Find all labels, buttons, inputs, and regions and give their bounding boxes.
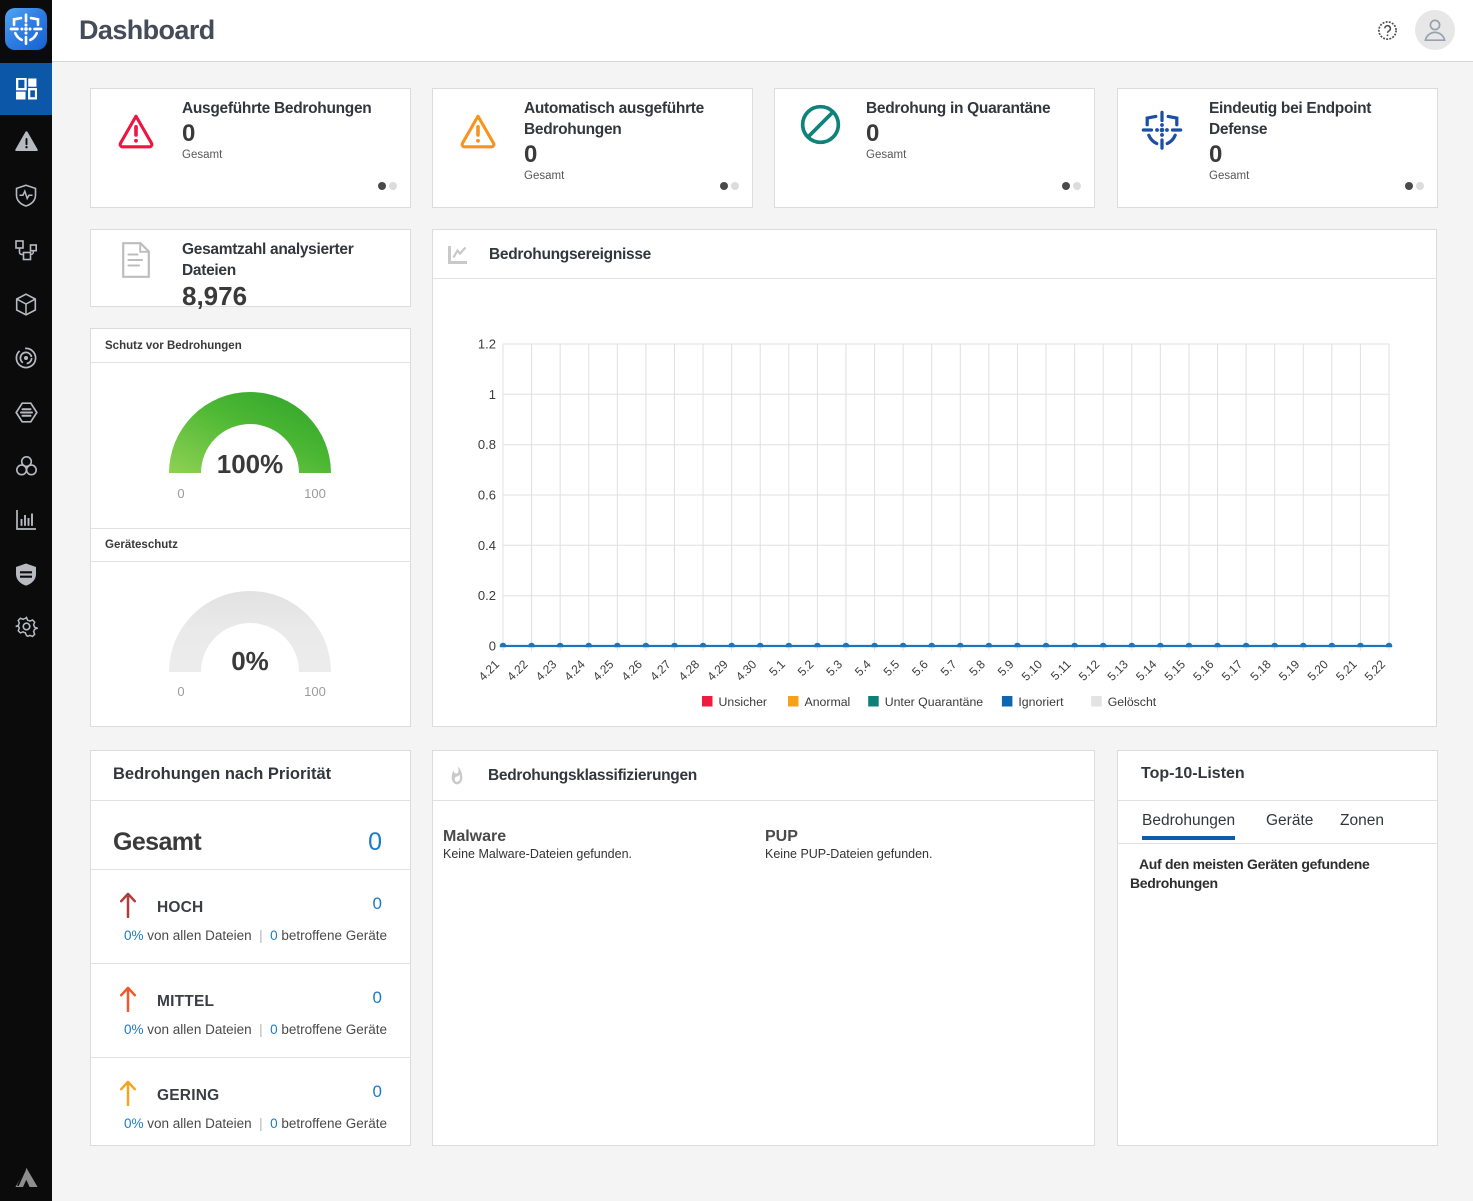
svg-text:0.8: 0.8 <box>478 437 496 452</box>
svg-text:5.1: 5.1 <box>766 657 788 679</box>
svg-text:Gelöscht: Gelöscht <box>1108 695 1157 709</box>
svg-text:5.6: 5.6 <box>909 657 931 679</box>
svg-text:5.17: 5.17 <box>1219 657 1246 684</box>
svg-text:4.27: 4.27 <box>647 657 674 684</box>
svg-text:0.4: 0.4 <box>478 538 496 553</box>
svg-text:5.20: 5.20 <box>1305 657 1332 684</box>
svg-text:5.7: 5.7 <box>938 657 960 679</box>
svg-text:5.11: 5.11 <box>1048 657 1074 683</box>
svg-text:0.2: 0.2 <box>478 588 496 603</box>
svg-text:5.13: 5.13 <box>1104 657 1131 684</box>
svg-text:5.3: 5.3 <box>823 657 845 679</box>
svg-text:4.30: 4.30 <box>733 657 760 684</box>
svg-text:5.14: 5.14 <box>1133 657 1160 684</box>
svg-text:4.24: 4.24 <box>561 657 588 684</box>
svg-text:5.22: 5.22 <box>1362 657 1389 684</box>
svg-text:5.18: 5.18 <box>1247 657 1274 684</box>
svg-text:4.29: 4.29 <box>704 657 731 684</box>
svg-text:4.26: 4.26 <box>619 657 646 684</box>
svg-text:5.15: 5.15 <box>1162 657 1189 684</box>
svg-text:0: 0 <box>489 639 496 654</box>
svg-text:5.12: 5.12 <box>1076 657 1103 684</box>
svg-text:5.16: 5.16 <box>1190 657 1217 684</box>
svg-text:5.4: 5.4 <box>852 657 874 679</box>
svg-text:5.10: 5.10 <box>1019 657 1046 684</box>
svg-text:5.5: 5.5 <box>881 657 903 679</box>
svg-text:4.21: 4.21 <box>476 657 503 684</box>
svg-text:5.9: 5.9 <box>995 657 1017 679</box>
svg-text:4.28: 4.28 <box>676 657 703 684</box>
svg-text:Unter Quarantäne: Unter Quarantäne <box>885 695 984 709</box>
svg-text:5.19: 5.19 <box>1276 657 1303 684</box>
svg-text:1: 1 <box>489 387 496 402</box>
svg-text:5.21: 5.21 <box>1333 657 1360 684</box>
svg-text:0.6: 0.6 <box>478 488 496 503</box>
svg-text:1.2: 1.2 <box>478 337 496 352</box>
svg-text:5.2: 5.2 <box>795 657 817 679</box>
svg-text:Ignoriert: Ignoriert <box>1018 695 1064 709</box>
svg-text:Unsicher: Unsicher <box>719 695 768 709</box>
svg-text:4.22: 4.22 <box>504 657 531 684</box>
svg-text:4.25: 4.25 <box>590 657 617 684</box>
svg-text:Anormal: Anormal <box>805 695 851 709</box>
svg-text:4.23: 4.23 <box>533 657 560 684</box>
svg-text:5.8: 5.8 <box>966 657 988 679</box>
